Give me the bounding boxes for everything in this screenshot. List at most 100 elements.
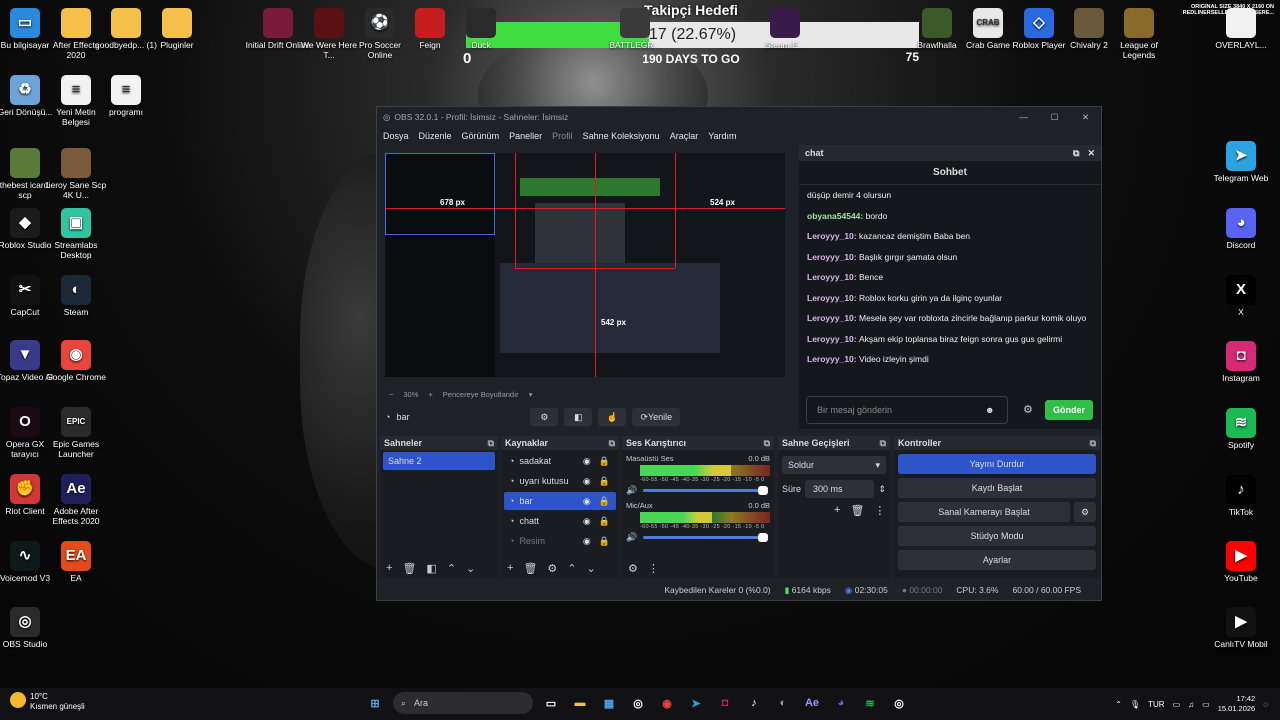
desktop-shortcut-left-3[interactable]: Pluginler (144, 8, 210, 50)
chevron-up-icon[interactable]: ⌃ (1115, 700, 1122, 709)
desktop-shortcut-left-16[interactable]: EPIC Epic Games Launcher (43, 407, 109, 459)
desktop-shortcut-left-20[interactable]: EA EA (43, 541, 109, 583)
lock-icon[interactable]: 🔒 (599, 492, 610, 510)
arrow-down-icon[interactable]: ⌄ (466, 562, 475, 578)
desktop-shortcut-left-21[interactable]: ◎ OBS Studio (0, 607, 58, 649)
obs-taskbar-icon[interactable]: ◎ (627, 692, 649, 714)
maximize-icon[interactable]: ☐ (1039, 112, 1070, 123)
chrome-icon[interactable]: ◉ (656, 692, 678, 714)
desktop-shortcut-right-2[interactable]: XX (1208, 275, 1274, 317)
telegram-icon[interactable]: ➤ (685, 692, 707, 714)
duration-input[interactable]: 300 ms (805, 480, 875, 498)
spotify-icon[interactable]: ≋ (859, 692, 881, 714)
undock-icon[interactable]: ⧉ (880, 438, 886, 449)
undock-icon[interactable]: ⧉ (1073, 148, 1079, 159)
battery-icon[interactable]: ▭ (1202, 700, 1210, 709)
desktop-shortcut-top-4[interactable]: Duck (448, 8, 514, 50)
undock-icon[interactable]: ⧉ (488, 438, 494, 449)
trash-icon[interactable]: 🗑 (402, 562, 416, 578)
volume-slider[interactable] (643, 532, 768, 542)
menu-icon[interactable]: ⋮ (648, 562, 659, 578)
add-icon[interactable]: + (386, 562, 392, 578)
desktop-shortcut-right-0[interactable]: ➤ Telegram Web (1208, 141, 1274, 183)
after-effects-icon[interactable]: Ae (801, 692, 823, 714)
chevron-down-icon[interactable]: ▾ (529, 390, 533, 399)
lock-icon[interactable]: 🔒 (599, 452, 610, 470)
source-item[interactable]: ◔ Resim ◉ 🔒 (504, 532, 616, 550)
scene-item[interactable]: Sahne 2 (383, 452, 495, 470)
desktop-shortcut-top-12[interactable]: OVERLAYL... (1208, 8, 1274, 50)
menu-icon[interactable]: ⋮ (874, 504, 885, 517)
obs-preview[interactable]: 678 px 524 px 542 px (385, 153, 785, 377)
network-icon[interactable]: ▭ (1173, 700, 1181, 709)
desktop-shortcut-right-6[interactable]: ▶ YouTube (1208, 541, 1274, 583)
close-icon[interactable]: ✕ (1087, 148, 1095, 159)
desktop-shortcut-top-6[interactable]: Steam E... (752, 8, 818, 50)
stop-streaming-button[interactable]: Yayını Durdur (898, 454, 1096, 474)
eye-icon[interactable]: ◉ (583, 532, 591, 550)
zoom-in-icon[interactable]: + (428, 390, 432, 399)
arrow-down-icon[interactable]: ⌄ (587, 562, 596, 578)
transition-select[interactable]: Soldur ▾ (782, 456, 886, 474)
trash-icon[interactable]: 🗑 (523, 562, 537, 578)
store-icon[interactable]: ▦ (598, 692, 620, 714)
menu-araçlar[interactable]: Araçlar (670, 131, 699, 141)
menu-düzenle[interactable]: Düzenle (419, 131, 452, 141)
obs-studio-icon[interactable]: ◎ (888, 692, 910, 714)
source-item[interactable]: ◔ chatt ◉ 🔒 (504, 512, 616, 530)
menu-dosya[interactable]: Dosya (383, 131, 409, 141)
instagram-icon[interactable]: ◘ (714, 692, 736, 714)
arrow-up-icon[interactable]: ⌃ (567, 562, 576, 578)
lock-icon[interactable]: 🔒 (599, 532, 610, 550)
studio-mode-button[interactable]: Stüdyo Modu (898, 526, 1096, 546)
desktop-shortcut-left-14[interactable]: ◉ Google Chrome (43, 340, 109, 382)
advanced-audio-icon[interactable]: ⚙ (628, 562, 638, 578)
add-icon[interactable]: + (834, 504, 840, 517)
settings-button[interactable]: Ayarlar (898, 550, 1096, 570)
start-recording-button[interactable]: Kaydı Başlat (898, 478, 1096, 498)
desktop-shortcut-left-18[interactable]: Ae Adobe After Effects 2020 (43, 474, 109, 526)
arrow-up-icon[interactable]: ⌃ (447, 562, 456, 578)
desktop-shortcut-left-10[interactable]: ▣ Streamlabs Desktop (43, 208, 109, 260)
discord-icon[interactable]: ◕ (830, 692, 852, 714)
undock-icon[interactable]: ⧉ (1090, 438, 1096, 449)
close-icon[interactable]: ✕ (1070, 112, 1101, 123)
file-explorer-icon[interactable]: ▬ (569, 692, 591, 714)
minimize-icon[interactable]: — (1008, 112, 1039, 123)
desktop-shortcut-right-4[interactable]: ≋ Spotify (1208, 408, 1274, 450)
menu-yardım[interactable]: Yardım (708, 131, 736, 141)
add-icon[interactable]: + (507, 562, 513, 578)
desktop-shortcut-right-3[interactable]: ◘ Instagram (1208, 341, 1274, 383)
source-item[interactable]: ◔ bar ◉ 🔒 (504, 492, 616, 510)
windows-start-icon[interactable]: ⊞ (364, 692, 386, 714)
undock-icon[interactable]: ⧉ (609, 438, 615, 449)
menu-sahne-koleksiyonu[interactable]: Sahne Koleksiyonu (583, 131, 660, 141)
source-item[interactable]: ◔ sadakat ◉ 🔒 (504, 452, 616, 470)
speaker-icon[interactable]: 🔊 (626, 485, 637, 496)
tiktok-icon[interactable]: ♪ (743, 692, 765, 714)
search-box[interactable]: ⌕ Ara (393, 692, 533, 714)
microphone-icon[interactable]: 🎙 (1130, 700, 1140, 709)
eye-icon[interactable]: ◉ (583, 472, 591, 490)
stepper-icon[interactable]: ⇕ (878, 484, 886, 495)
start-virtual-camera-button[interactable]: Sanal Kamerayı Başlat (898, 502, 1070, 522)
clock[interactable]: 17:42 15.01.2026 (1218, 694, 1256, 714)
menu-profil[interactable]: Profil (552, 131, 573, 141)
send-button[interactable]: Gönder (1045, 400, 1093, 420)
desktop-shortcut-right-7[interactable]: ▶ CanlıTV Mobil (1208, 607, 1274, 649)
source-item[interactable]: ◔ uyarı kutusu ◉ 🔒 (504, 472, 616, 490)
desktop-shortcut-left-12[interactable]: ◐ Steam (43, 275, 109, 317)
desktop-shortcut-top-5[interactable]: BATTLEGR... (602, 8, 668, 50)
gear-icon[interactable]: ⚙ (1023, 403, 1033, 416)
gear-icon[interactable]: ⚙ (547, 562, 557, 578)
speaker-icon[interactable]: ♫ (1188, 700, 1194, 709)
interact-button[interactable]: ☝ (598, 408, 627, 426)
zoom-mode[interactable]: Pencereye Boyutlandır (443, 390, 519, 399)
lock-icon[interactable]: 🔒 (599, 472, 610, 490)
desktop-shortcut-left-8[interactable]: Leroy Sane Scp 4K U... (43, 148, 109, 200)
trash-icon[interactable]: 🗑 (850, 504, 864, 517)
desktop-shortcut-right-5[interactable]: ♪ TikTok (1208, 475, 1274, 517)
task-view-icon[interactable]: ▭ (540, 692, 562, 714)
weather-widget[interactable]: 10°C Kısmen güneşli (10, 692, 85, 712)
desktop-shortcut-top-11[interactable]: League of Legends (1106, 8, 1172, 60)
